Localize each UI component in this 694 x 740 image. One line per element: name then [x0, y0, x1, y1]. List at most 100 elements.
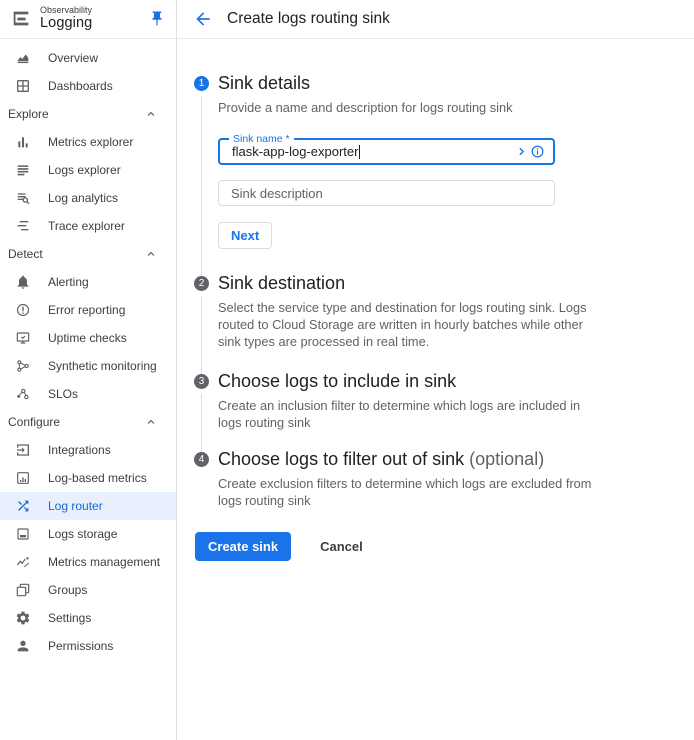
sidebar-item-integrations[interactable]: Integrations	[0, 436, 176, 464]
sidebar-item-error-reporting[interactable]: Error reporting	[0, 296, 176, 324]
alerting-icon	[14, 274, 31, 291]
dashboards-icon	[14, 78, 31, 95]
settings-icon	[14, 610, 31, 627]
sidebar-item-synthetic-monitoring[interactable]: Synthetic monitoring	[0, 352, 176, 380]
chevron-up-icon	[144, 107, 158, 121]
step-include-logs: 3 Choose logs to include in sink Create …	[194, 370, 694, 448]
metrics-explorer-icon	[14, 134, 31, 151]
sidebar: Observability Logging Overview Dashboard…	[0, 0, 177, 740]
sidebar-item-log-analytics[interactable]: Log analytics	[0, 184, 176, 212]
sidebar-item-trace-explorer[interactable]: Trace explorer	[0, 212, 176, 240]
sink-description-input[interactable]	[218, 180, 555, 206]
sink-name-value: flask-app-log-exporter	[232, 144, 358, 159]
section-label: Detect	[8, 247, 43, 261]
logs-explorer-icon	[14, 162, 31, 179]
sidebar-section-explore[interactable]: Explore	[0, 100, 176, 128]
step-title: Sink details	[218, 72, 694, 95]
synthetic-monitoring-icon	[14, 358, 31, 375]
step-number-badge: 3	[194, 374, 209, 389]
sidebar-item-settings[interactable]: Settings	[0, 604, 176, 632]
groups-icon	[14, 582, 31, 599]
sidebar-item-label: Alerting	[48, 275, 89, 289]
sidebar-item-label: Error reporting	[48, 303, 125, 317]
sidebar-item-label: Groups	[48, 583, 87, 597]
error-reporting-icon	[14, 302, 31, 319]
logging-logo-icon	[10, 8, 32, 30]
back-button[interactable]	[192, 8, 214, 30]
step-description: Create an inclusion filter to determine …	[218, 397, 592, 431]
sidebar-item-logs-explorer[interactable]: Logs explorer	[0, 156, 176, 184]
log-analytics-icon	[14, 190, 31, 207]
info-icon[interactable]	[530, 144, 545, 159]
step-sink-details: 1 Sink details Provide a name and descri…	[194, 72, 694, 272]
pin-icon[interactable]	[148, 10, 166, 28]
step-number-badge: 4	[194, 452, 209, 467]
integrations-icon	[14, 442, 31, 459]
appbar: Create logs routing sink	[177, 0, 694, 39]
section-label: Explore	[8, 107, 49, 121]
sidebar-item-metrics-management[interactable]: Metrics management	[0, 548, 176, 576]
sidebar-item-label: Synthetic monitoring	[48, 359, 157, 373]
sidebar-item-uptime-checks[interactable]: Uptime checks	[0, 324, 176, 352]
uptime-checks-icon	[14, 330, 31, 347]
chevron-up-icon	[144, 247, 158, 261]
create-sink-form: 1 Sink details Provide a name and descri…	[177, 39, 694, 561]
sink-name-input[interactable]: Sink name * flask-app-log-exporter	[218, 138, 555, 165]
overview-icon	[14, 50, 31, 67]
logs-storage-icon	[14, 526, 31, 543]
step-sink-destination: 2 Sink destination Select the service ty…	[194, 272, 694, 370]
trace-explorer-icon	[14, 218, 31, 235]
sidebar-item-slos[interactable]: SLOs	[0, 380, 176, 408]
log-router-icon	[14, 498, 31, 515]
chevron-up-icon	[144, 415, 158, 429]
sidebar-item-label: Trace explorer	[48, 219, 125, 233]
sidebar-item-label: Settings	[48, 611, 91, 625]
slos-icon	[14, 386, 31, 403]
sidebar-item-label: Metrics explorer	[48, 135, 133, 149]
step-number-badge: 2	[194, 276, 209, 291]
sidebar-item-permissions[interactable]: Permissions	[0, 632, 176, 660]
sidebar-item-dashboards[interactable]: Dashboards	[0, 72, 176, 100]
permissions-icon	[14, 638, 31, 655]
step-title-optional: (optional)	[464, 449, 544, 469]
step-description: Create exclusion filters to determine wh…	[218, 475, 592, 509]
sidebar-item-label: Log-based metrics	[48, 471, 147, 485]
step-title: Sink destination	[218, 272, 694, 295]
sidebar-item-label: Dashboards	[48, 79, 113, 93]
sidebar-item-overview[interactable]: Overview	[0, 44, 176, 72]
page-title: Create logs routing sink	[227, 10, 390, 28]
sidebar-item-label: Integrations	[48, 443, 111, 457]
step-description: Provide a name and description for logs …	[218, 99, 592, 116]
next-button[interactable]: Next	[218, 222, 272, 249]
sidebar-item-label: SLOs	[48, 387, 78, 401]
sidebar-header: Observability Logging	[0, 0, 176, 39]
sidebar-item-logs-storage[interactable]: Logs storage	[0, 520, 176, 548]
metrics-management-icon	[14, 554, 31, 571]
sidebar-item-log-based-metrics[interactable]: Log-based metrics	[0, 464, 176, 492]
sidebar-title: Observability Logging	[40, 6, 148, 32]
sink-name-label: Sink name *	[229, 133, 294, 145]
sidebar-section-detect[interactable]: Detect	[0, 240, 176, 268]
sidebar-item-alerting[interactable]: Alerting	[0, 268, 176, 296]
step-title-text: Choose logs to filter out of sink	[218, 449, 464, 469]
chevron-right-icon[interactable]	[515, 145, 528, 158]
sidebar-item-label: Log analytics	[48, 191, 118, 205]
sidebar-item-groups[interactable]: Groups	[0, 576, 176, 604]
sidebar-item-metrics-explorer[interactable]: Metrics explorer	[0, 128, 176, 156]
sidebar-section-configure[interactable]: Configure	[0, 408, 176, 436]
step-number-badge: 1	[194, 76, 209, 91]
text-caret	[359, 145, 360, 159]
section-label: Configure	[8, 415, 60, 429]
step-title: Choose logs to filter out of sink (optio…	[218, 448, 694, 471]
sidebar-item-label: Metrics management	[48, 555, 160, 569]
sidebar-item-log-router[interactable]: Log router	[0, 492, 176, 520]
sidebar-item-label: Uptime checks	[48, 331, 127, 345]
app-product-name: Logging	[40, 16, 148, 32]
sidebar-item-label: Overview	[48, 51, 98, 65]
sidebar-item-label: Permissions	[48, 639, 113, 653]
form-actions: Create sink Cancel	[195, 532, 694, 561]
create-sink-button[interactable]: Create sink	[195, 532, 291, 561]
sidebar-item-label: Logs explorer	[48, 163, 121, 177]
cancel-button[interactable]: Cancel	[308, 532, 375, 561]
log-based-metrics-icon	[14, 470, 31, 487]
